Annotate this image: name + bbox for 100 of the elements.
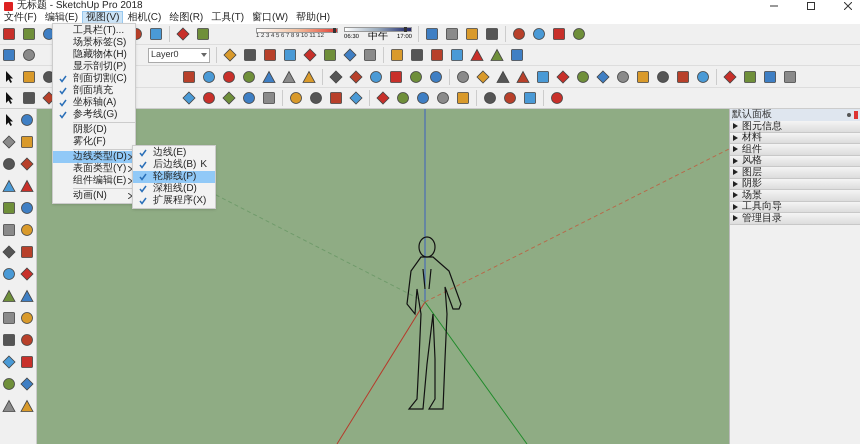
diamond-icon[interactable] <box>349 91 363 105</box>
square-icon[interactable] <box>445 27 459 41</box>
square-icon[interactable] <box>2 201 16 215</box>
square-icon[interactable] <box>552 27 566 41</box>
maximize-icon[interactable] <box>807 2 815 10</box>
expand-arrow-icon[interactable] <box>733 215 739 222</box>
expand-arrow-icon[interactable] <box>733 169 739 176</box>
circle-icon[interactable] <box>696 70 710 84</box>
diamond-icon[interactable] <box>182 91 196 105</box>
triangle-icon[interactable] <box>20 179 34 193</box>
tray-section[interactable]: 材料 <box>730 132 860 144</box>
diamond-icon[interactable] <box>20 267 34 281</box>
circle-icon[interactable] <box>416 91 430 105</box>
diamond-icon[interactable] <box>376 91 390 105</box>
tray-section[interactable]: 图元信息 <box>730 121 860 132</box>
square-icon[interactable] <box>425 27 439 41</box>
circle-icon[interactable] <box>2 157 16 171</box>
diamond-icon[interactable] <box>349 70 363 84</box>
menu-item[interactable]: 相机(C) <box>123 11 166 25</box>
menu-entry[interactable]: 显示剖切(P) <box>53 61 135 73</box>
circle-icon[interactable] <box>429 70 443 84</box>
close-icon[interactable] <box>844 2 852 10</box>
menu-entry[interactable]: 后边线(B) K <box>133 159 215 171</box>
menu-item[interactable]: 绘图(R) <box>165 11 208 25</box>
circle-icon[interactable] <box>242 70 256 84</box>
expand-arrow-icon[interactable] <box>733 123 739 130</box>
menu-entry[interactable]: 扩展程序(X) <box>133 195 215 207</box>
menu-entry[interactable]: 工具栏(T)... <box>53 25 135 37</box>
square-icon[interactable] <box>262 91 276 105</box>
square-icon[interactable] <box>2 27 16 41</box>
triangle-icon[interactable] <box>516 70 530 84</box>
menu-entry[interactable]: 阴影(D) <box>53 124 135 136</box>
expand-arrow-icon[interactable] <box>733 134 739 141</box>
menu-entry[interactable]: 场景标签(S) <box>53 37 135 49</box>
tray-section[interactable]: 场景 <box>730 190 860 202</box>
circle-icon[interactable] <box>616 70 630 84</box>
diamond-icon[interactable] <box>176 27 190 41</box>
expand-arrow-icon[interactable] <box>733 204 739 210</box>
square-icon[interactable] <box>465 27 479 41</box>
square-icon[interactable] <box>2 311 16 325</box>
circle-icon[interactable] <box>222 70 236 84</box>
diamond-icon[interactable] <box>596 70 610 84</box>
triangle-icon[interactable] <box>262 70 276 84</box>
square-icon[interactable] <box>523 91 537 105</box>
menu-item[interactable]: 编辑(E) <box>40 11 82 25</box>
triangle-icon[interactable] <box>496 70 510 84</box>
menu-entry[interactable]: 轮廓线(P) <box>133 171 215 183</box>
square-icon[interactable] <box>389 70 403 84</box>
circle-icon[interactable] <box>656 70 670 84</box>
circle-icon[interactable] <box>503 91 517 105</box>
diamond-icon[interactable] <box>476 70 490 84</box>
menu-entry[interactable]: 参考线(G) <box>53 109 135 121</box>
triangle-icon[interactable] <box>2 179 16 193</box>
square-icon[interactable] <box>676 70 690 84</box>
square-icon[interactable] <box>783 70 797 84</box>
square-icon[interactable] <box>390 48 404 62</box>
diamond-icon[interactable] <box>343 48 357 62</box>
diamond-icon[interactable] <box>20 157 34 171</box>
triangle-icon[interactable] <box>20 289 34 303</box>
circle-icon[interactable] <box>512 27 526 41</box>
menu-entry[interactable]: 剖面切割(C) <box>53 73 135 85</box>
square-icon[interactable] <box>410 48 424 62</box>
circle-icon[interactable] <box>483 91 497 105</box>
menu-entry[interactable]: 表面类型(Y) <box>53 163 135 175</box>
menu-entry[interactable]: 坐标轴(A) <box>53 97 135 109</box>
diamond-icon[interactable] <box>723 70 737 84</box>
square-icon[interactable] <box>2 223 16 237</box>
menu-entry[interactable]: 隐藏物体(H) <box>53 49 135 61</box>
square-icon[interactable] <box>510 48 524 62</box>
diamond-icon[interactable] <box>303 48 317 62</box>
square-icon[interactable] <box>743 70 757 84</box>
square-icon[interactable] <box>20 355 34 369</box>
circle-icon[interactable] <box>369 70 383 84</box>
tray-section[interactable]: 组件 <box>730 144 860 156</box>
square-icon[interactable] <box>636 70 650 84</box>
circle-icon[interactable] <box>20 311 34 325</box>
layer-dropdown[interactable]: Layer0 <box>148 48 210 62</box>
menu-item[interactable]: 帮助(H) <box>292 11 334 25</box>
triangle-icon[interactable] <box>2 289 16 303</box>
circle-icon[interactable] <box>20 333 34 347</box>
square-icon[interactable] <box>196 27 210 41</box>
tray-section[interactable]: 图层 <box>730 167 860 178</box>
tray-section[interactable]: 工具向导 <box>730 202 860 213</box>
menu-entry[interactable]: 雾化(F) <box>53 136 135 148</box>
expand-arrow-icon[interactable] <box>733 192 739 198</box>
square-icon[interactable] <box>182 70 196 84</box>
diamond-icon[interactable] <box>223 48 237 62</box>
circle-icon[interactable] <box>456 70 470 84</box>
square-icon[interactable] <box>283 48 297 62</box>
square-icon[interactable] <box>2 48 16 62</box>
square-icon[interactable] <box>323 48 337 62</box>
square-icon[interactable] <box>763 70 777 84</box>
square-icon[interactable] <box>363 48 377 62</box>
circle-icon[interactable] <box>202 91 216 105</box>
triangle-icon[interactable] <box>302 70 316 84</box>
circle-icon[interactable] <box>2 377 16 391</box>
pin-icon[interactable] <box>847 113 851 117</box>
square-icon[interactable] <box>536 70 550 84</box>
square-icon[interactable] <box>430 48 444 62</box>
circle-icon[interactable] <box>550 91 564 105</box>
